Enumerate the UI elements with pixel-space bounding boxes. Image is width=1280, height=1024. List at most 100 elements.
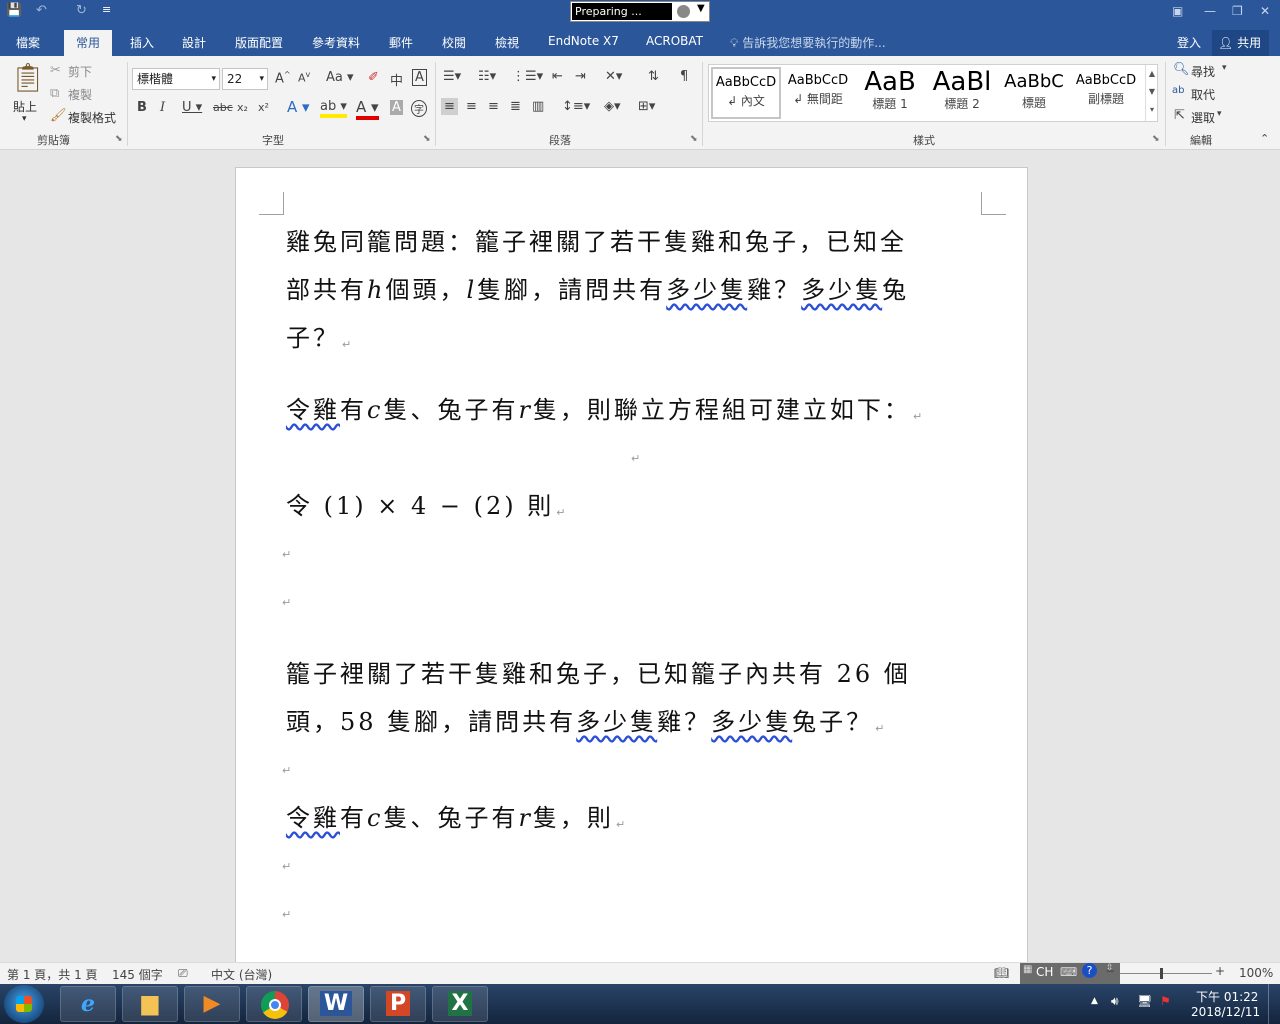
help-icon[interactable]: ? [1082, 963, 1097, 978]
subscript-icon[interactable]: x₂ [237, 101, 248, 114]
replace-button[interactable]: 取代 [1191, 86, 1215, 103]
style-normal[interactable]: AaBbCcD ↲ 內文 [711, 67, 781, 119]
line-spacing-icon[interactable]: ↕≡▾ [562, 99, 590, 114]
styles-scroll[interactable]: ▲ ▼ ▾ [1145, 65, 1158, 121]
read-mode-icon[interactable]: 📖︎ [994, 966, 1009, 980]
enclose-characters-icon[interactable]: 字 [411, 100, 427, 117]
page-count[interactable]: 第 1 頁，共 1 頁 [7, 966, 98, 983]
tab-layout[interactable]: 版面配置 [235, 34, 283, 51]
clipboard-paste-icon[interactable]: 📋︎ [10, 62, 46, 94]
tab-acrobat[interactable]: ACROBAT [646, 34, 703, 48]
tab-design[interactable]: 設計 [182, 34, 206, 51]
format-painter-button[interactable]: 複製格式 [68, 109, 116, 126]
show-desktop-button[interactable] [1268, 984, 1280, 1024]
bullets-icon[interactable]: ☰▾ [443, 69, 461, 84]
character-shading-icon[interactable]: A [390, 100, 403, 115]
clock-date[interactable]: 2018/12/11 [1191, 1005, 1260, 1019]
action-center-icon[interactable]: ⚑ [1160, 994, 1171, 1008]
restore-icon[interactable]: ❐ [1232, 4, 1243, 18]
sign-in-link[interactable]: 登入 [1177, 34, 1201, 51]
tab-references[interactable]: 參考資料 [312, 34, 360, 51]
chinese-layout-icon[interactable]: ✕▾ [605, 69, 622, 84]
multilevel-list-icon[interactable]: ⋮☰▾ [512, 69, 543, 84]
style-subtitle[interactable]: AaBbCcD 副標題 [1071, 67, 1141, 119]
volume-icon[interactable]: 🔊︎ [1111, 994, 1119, 1009]
clock-time[interactable]: 下午 01:22 [1196, 988, 1258, 1005]
ribbon-display-options-icon[interactable]: ▣ [1172, 4, 1183, 18]
distributed-icon[interactable]: ▥ [532, 99, 544, 114]
taskbar-media-player[interactable]: ▶ [184, 986, 240, 1022]
font-size-select[interactable]: 22 ▾ [222, 68, 268, 90]
minimize-icon[interactable]: — [1204, 4, 1216, 18]
shrink-font-icon[interactable]: Av [298, 70, 310, 85]
zoom-out-icon[interactable]: − [1105, 964, 1115, 978]
tab-file[interactable]: 檔案 [16, 34, 40, 51]
zoom-in-icon[interactable]: + [1215, 964, 1225, 978]
clipboard-launcher-icon[interactable]: ⬊ [115, 134, 123, 144]
taskbar-excel[interactable]: X [432, 986, 488, 1022]
numbering-icon[interactable]: ☷▾ [478, 69, 496, 84]
keyboard-icon[interactable]: ⌨ [1060, 965, 1077, 979]
decrease-indent-icon[interactable]: ⇤ [552, 69, 563, 84]
redo-icon[interactable]: ↻ [76, 3, 87, 18]
tab-view[interactable]: 檢視 [495, 34, 519, 51]
phonetic-guide-icon[interactable]: 中 [390, 70, 403, 89]
zoom-slider-thumb[interactable] [1160, 968, 1163, 979]
font-name-select[interactable]: 標楷體 ▾ [132, 68, 220, 90]
align-right-icon[interactable]: ≡ [488, 99, 499, 114]
bold-icon[interactable]: B [137, 100, 147, 115]
superscript-icon[interactable]: x² [258, 101, 269, 114]
taskbar-file-explorer[interactable]: ▆ [122, 986, 178, 1022]
find-button[interactable]: 尋找 [1191, 63, 1215, 80]
style-no-spacing[interactable]: AaBbCcD ↲ 無間距 [783, 67, 853, 119]
zoom-slider[interactable] [1120, 973, 1212, 974]
undo-icon[interactable]: ↶ [36, 3, 47, 18]
save-icon[interactable]: 💾 [6, 3, 22, 18]
taskbar-internet-explorer[interactable]: e [60, 986, 116, 1022]
paste-button[interactable]: 貼上 [13, 98, 37, 115]
strikethrough-icon[interactable]: abc [213, 101, 233, 114]
start-button[interactable] [4, 985, 44, 1023]
style-title[interactable]: AaBbC 標題 [999, 67, 1069, 119]
taskbar-powerpoint[interactable]: P [370, 986, 426, 1022]
style-heading-1[interactable]: AaB 標題 1 [855, 67, 925, 119]
network-icon[interactable]: 🖥︎ [1137, 994, 1152, 1008]
zoom-level[interactable]: 100% [1239, 966, 1273, 980]
customize-quick-access-icon[interactable]: ≡ [102, 3, 111, 16]
proofing-icon[interactable]: ⎚ [178, 966, 188, 981]
word-count[interactable]: 145 個字 [112, 966, 163, 983]
underline-icon[interactable]: U ▾ [182, 100, 202, 115]
justify-icon[interactable]: ≣ [510, 99, 521, 114]
paste-dropdown-icon[interactable]: ▾ [22, 114, 27, 124]
cut-button[interactable]: 剪下 [68, 63, 92, 80]
share-button[interactable]: 👤︎ 共用 [1212, 30, 1270, 58]
shading-icon[interactable]: ◈▾ [604, 99, 621, 114]
tab-mailings[interactable]: 郵件 [389, 34, 413, 51]
taskbar-word[interactable]: W [308, 986, 364, 1022]
taskbar-chrome[interactable] [246, 986, 302, 1022]
tell-me-search[interactable]: 💡︎ 告訴我您想要執行的動作... [730, 34, 886, 51]
ime-mode-indicator[interactable]: CH [1036, 965, 1053, 979]
language-indicator[interactable]: 中文 (台灣) [211, 966, 272, 983]
change-case-icon[interactable]: Aa ▾ [326, 70, 354, 85]
copy-button[interactable]: 複製 [68, 86, 92, 103]
paragraph-launcher-icon[interactable]: ⬊ [690, 134, 698, 144]
close-icon[interactable]: ✕ [1260, 4, 1270, 18]
tab-endnote[interactable]: EndNote X7 [548, 34, 619, 48]
text-effects-icon[interactable]: A ▾ [287, 98, 310, 116]
tab-review[interactable]: 校閱 [442, 34, 466, 51]
select-button[interactable]: 選取 [1191, 109, 1215, 126]
borders-icon[interactable]: ⊞▾ [638, 99, 655, 114]
collapse-ribbon-icon[interactable]: ⌃ [1260, 132, 1269, 145]
clear-formatting-icon[interactable]: ✐ [368, 70, 379, 85]
preparing-dropdown[interactable]: Preparing ... ▼ [570, 1, 710, 22]
show-hidden-icons[interactable]: ▲ [1091, 996, 1098, 1006]
styles-launcher-icon[interactable]: ⬊ [1152, 134, 1160, 144]
font-color-icon[interactable]: A ▾ [356, 98, 379, 120]
tab-home[interactable]: 常用 [64, 30, 113, 59]
align-left-icon[interactable]: ≡ [441, 98, 458, 115]
show-formatting-marks-icon[interactable]: ¶ [680, 69, 688, 84]
document-page[interactable]: 雞兔同籠問題：籠子裡關了若干隻雞和兔子，已知全 部共有h個頭，l隻腳，請問共有多… [235, 167, 1028, 967]
font-launcher-icon[interactable]: ⬊ [423, 134, 431, 144]
highlight-icon[interactable]: ab ▾ [320, 99, 347, 118]
